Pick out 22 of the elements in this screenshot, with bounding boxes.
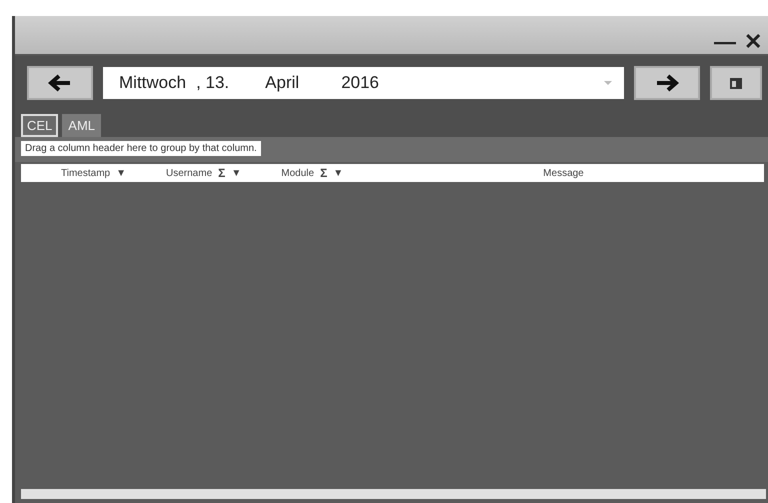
filter-icon[interactable]: ▼ [333, 168, 344, 178]
arrow-right-icon [655, 74, 679, 92]
column-header[interactable]: Timestamp [61, 168, 110, 178]
tab[interactable]: AML [62, 114, 102, 137]
minimize-button[interactable]: — [712, 30, 738, 54]
column-header[interactable]: Module [281, 168, 314, 178]
filter-icon[interactable]: ▼ [231, 168, 242, 178]
column-header[interactable]: Message [543, 168, 584, 178]
sum-icon[interactable]: Σ [218, 166, 226, 180]
date-field[interactable]: Mittwoch , 13. April 2016 [103, 67, 624, 99]
arrow-left-icon [48, 74, 72, 92]
sum-icon[interactable]: Σ [320, 166, 328, 180]
group-hint: Drag a column header here to group by that column. [21, 141, 261, 156]
tab[interactable]: CEL [21, 114, 58, 137]
horizontal-scrollbar[interactable] [21, 489, 766, 499]
calendar-button[interactable] [710, 66, 762, 100]
close-button[interactable]: ✕ [742, 30, 764, 54]
calendar-icon [729, 76, 743, 90]
filter-icon[interactable]: ▼ [116, 168, 126, 178]
previous-button[interactable] [27, 66, 93, 100]
next-button[interactable] [634, 66, 700, 100]
column-header[interactable]: Username [166, 168, 212, 178]
